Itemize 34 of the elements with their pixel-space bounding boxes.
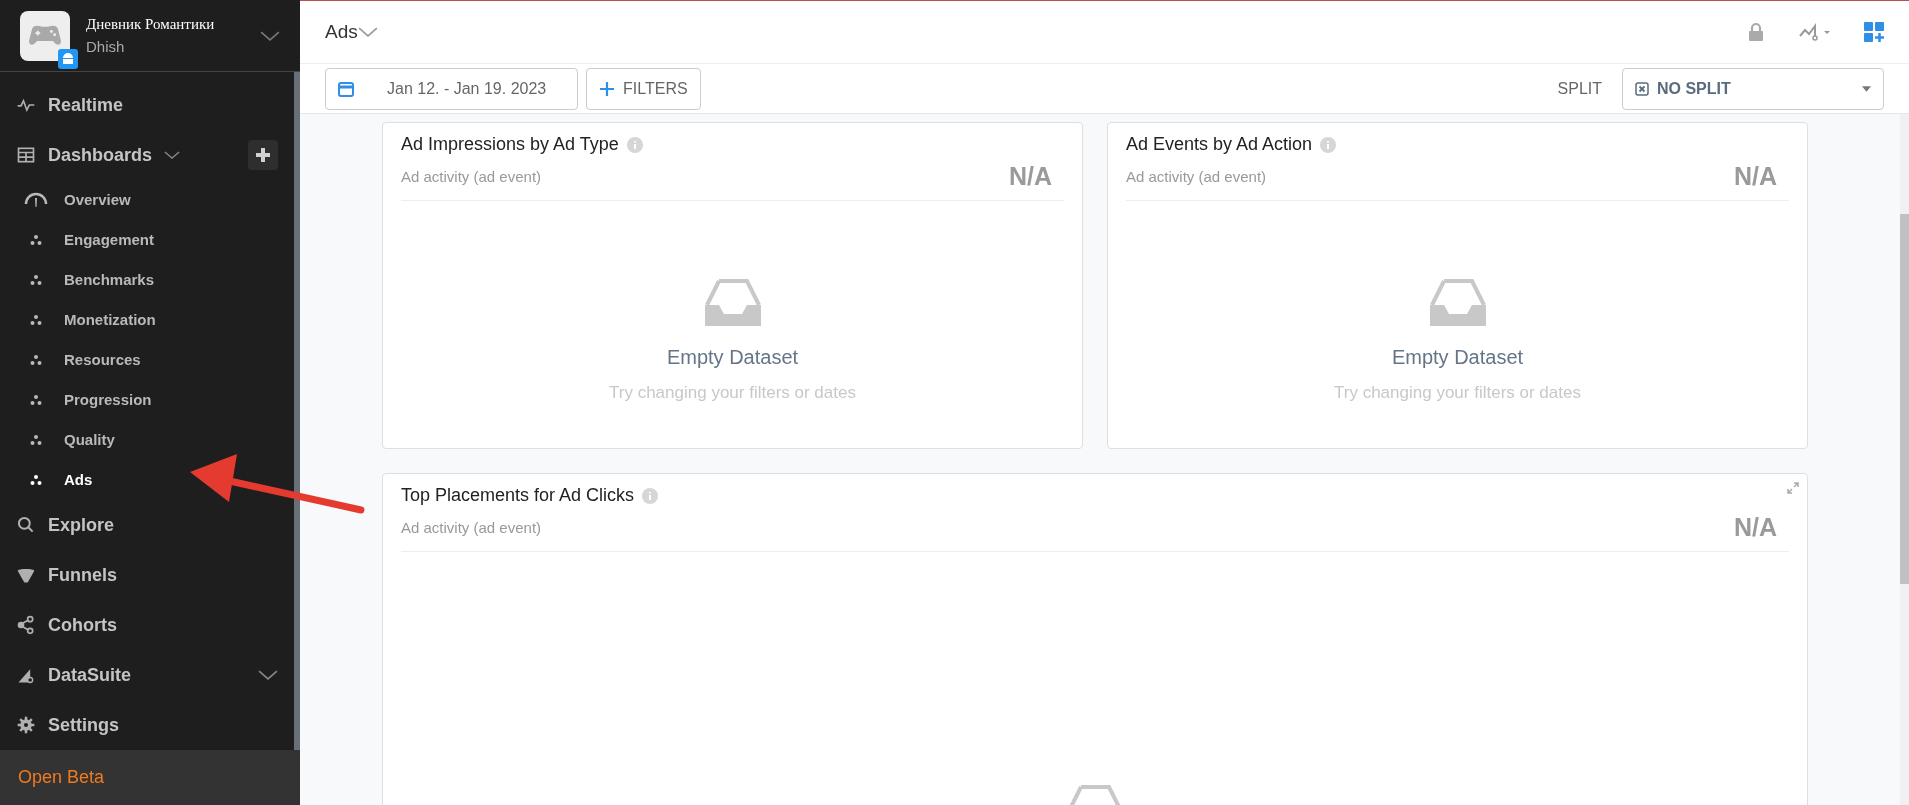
metric-value: N/A — [1733, 512, 1777, 543]
card-subtitle: Ad activity (ad event) — [401, 166, 542, 187]
card-subtitle: Ad activity (ad event) — [1126, 166, 1267, 187]
card-subtitle: Ad activity (ad event) — [401, 517, 542, 538]
date-range-field[interactable]: Jan 12. - Jan 19. 2023 — [325, 67, 578, 110]
split-label: SPLIT — [1557, 78, 1602, 99]
app-name: Дневник Романтики — [86, 15, 216, 34]
metric-value: N/A — [1733, 161, 1777, 192]
sidebar-subitem[interactable]: Ads — [0, 460, 294, 500]
sidebar-item[interactable]: Realtime — [0, 80, 294, 130]
sidebar-item[interactable]: Explore — [0, 500, 294, 550]
sidebar-subitem[interactable]: Overview — [0, 180, 294, 220]
sidebar-subitem[interactable]: Quality — [0, 420, 294, 460]
sidebar-item[interactable]: Cohorts — [0, 600, 294, 650]
page-title: Ads — [325, 19, 358, 44]
sidebar-subitem[interactable]: Monetization — [0, 300, 294, 340]
sidebar-item[interactable]: Dashboards — [0, 130, 294, 180]
empty-title: Empty Dataset — [1391, 344, 1524, 370]
filters-button[interactable]: FILTERS — [586, 67, 701, 110]
sidebar-item[interactable]: DataSuite — [0, 650, 294, 700]
split-select[interactable]: NO SPLIT — [1622, 67, 1884, 110]
empty-title: Empty Dataset — [666, 344, 799, 370]
metric-value: N/A — [1008, 161, 1052, 192]
sidebar-subitem[interactable]: Progression — [0, 380, 294, 420]
card-title: Ad Events by Ad Action — [1126, 133, 1313, 156]
sidebar-item[interactable]: Funnels — [0, 550, 294, 600]
studio-name: Dhish — [86, 36, 126, 57]
sidebar-subitem[interactable]: Benchmarks — [0, 260, 294, 300]
card-title: Top Placements for Ad Clicks — [401, 484, 635, 507]
sidebar-subitem[interactable]: Resources — [0, 340, 294, 380]
open-beta-label[interactable]: Open Beta — [18, 764, 105, 791]
sidebar-subitem[interactable]: Engagement — [0, 220, 294, 260]
sidebar-item[interactable]: Settings — [0, 700, 294, 750]
card-title: Ad Impressions by Ad Type — [401, 133, 619, 156]
